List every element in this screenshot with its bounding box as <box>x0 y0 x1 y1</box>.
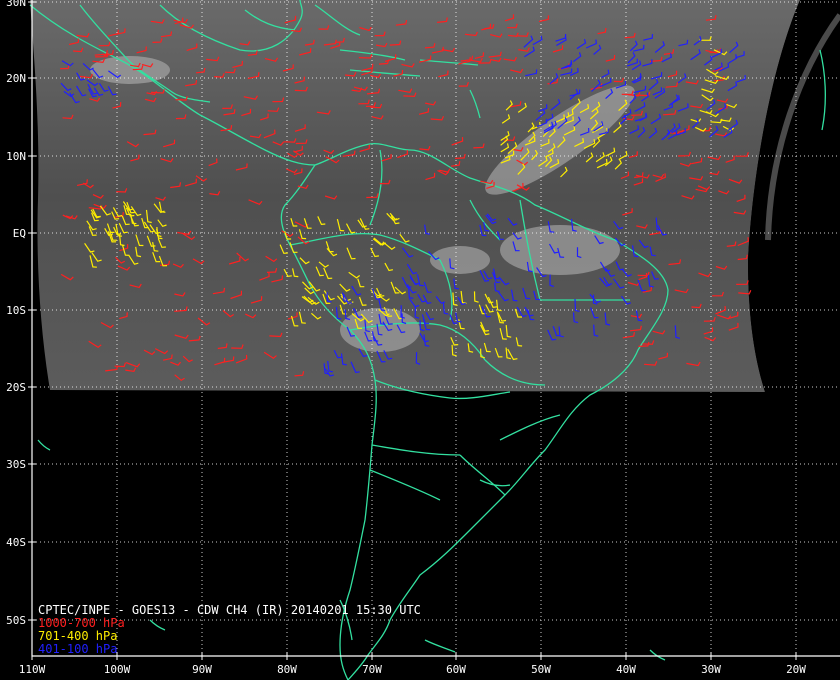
lat-label: 50S <box>6 614 26 627</box>
lon-label: 70W <box>362 663 382 676</box>
lon-label: 90W <box>192 663 212 676</box>
lon-label: 30W <box>701 663 721 676</box>
lon-label: 110W <box>19 663 46 676</box>
lat-label: EQ <box>13 227 26 240</box>
legend-high-level: 401-100 hPa <box>38 642 118 656</box>
lat-label: 30N <box>6 0 26 9</box>
lon-label: 100W <box>104 663 131 676</box>
lon-label: 80W <box>277 663 297 676</box>
map-canvas: 30N 20N 10N EQ 10S 20S 30S 40S 50S 110W 100W 90W 80W… <box>6 0 840 680</box>
wind-vector-map: 30N 20N 10N EQ 10S 20S 30S 40S 50S 110W 100W 90W 80W… <box>0 0 840 680</box>
lat-label: 10S <box>6 304 26 317</box>
lon-label: 20W <box>786 663 806 676</box>
lat-label: 40S <box>6 536 26 549</box>
lon-label: 40W <box>616 663 636 676</box>
lat-label: 20S <box>6 381 26 394</box>
lon-label: 60W <box>446 663 466 676</box>
lon-label: 50W <box>531 663 551 676</box>
lat-label: 30S <box>6 458 26 471</box>
lat-label: 20N <box>6 72 26 85</box>
lat-label: 10N <box>6 150 26 163</box>
